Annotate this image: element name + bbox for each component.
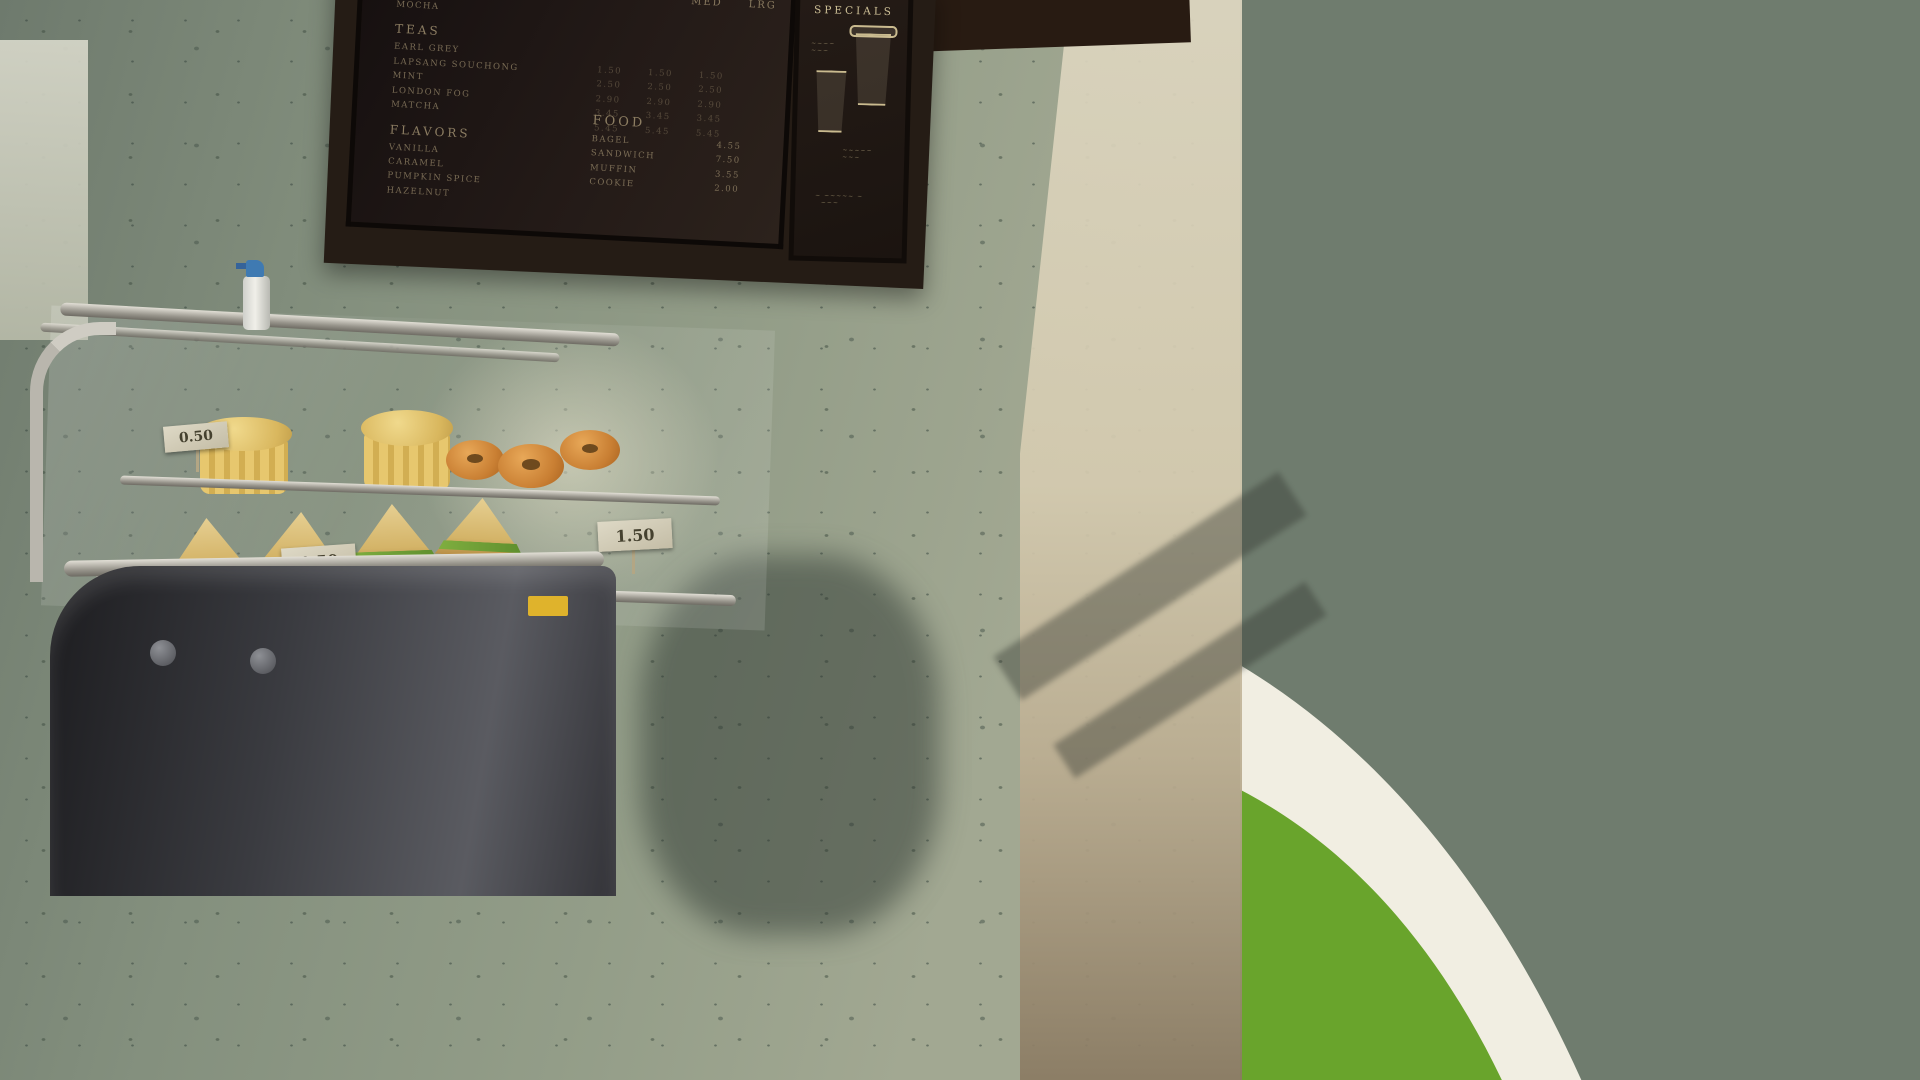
muffin <box>364 432 450 490</box>
game-screen: MACCHIATOLATTEMOCHA TEAS EARL GREYLAPSAN… <box>0 0 1920 1080</box>
price-tag: 0.50 <box>163 421 229 452</box>
game-viewport[interactable]: MACCHIATOLATTEMOCHA TEAS EARL GREYLAPSAN… <box>0 0 1920 1080</box>
food-items: BAGEL4.55SANDWICH7.50MUFFIN3.55COOKIE2.0… <box>589 132 742 198</box>
flavors-items: VANILLACARAMELPUMPKIN SPICEHAZELNUT <box>386 140 514 204</box>
sandwich <box>435 496 528 559</box>
menu-chalkboard: MACCHIATOLATTEMOCHA TEAS EARL GREYLAPSAN… <box>346 0 797 249</box>
teas-items: EARL GREYLAPSANG SOUCHONGMINTLONDON FOGM… <box>391 40 520 119</box>
warning-sticker <box>528 596 568 616</box>
price-tag: 1.50 <box>597 518 672 552</box>
cup-drawing <box>813 70 849 133</box>
cup-drawing <box>852 33 894 106</box>
flavors-heading: FLAVORS <box>389 122 515 143</box>
bagel <box>498 444 564 488</box>
wall-light-patch <box>0 40 88 340</box>
bagel <box>446 440 504 480</box>
spray-bottle <box>243 276 270 330</box>
teas-heading: TEAS <box>395 22 521 43</box>
coffee-items: MACCHIATOLATTEMOCHA <box>396 0 524 19</box>
bagel <box>560 430 620 470</box>
size-column-headers: MEDLRG <box>691 0 777 12</box>
specials-title: SPECIALS <box>800 4 908 19</box>
specials-board: SPECIALS ~~~~~~~ ~~~~~~~~ ~ ~~~~~ ~ ~~~ <box>788 0 913 263</box>
